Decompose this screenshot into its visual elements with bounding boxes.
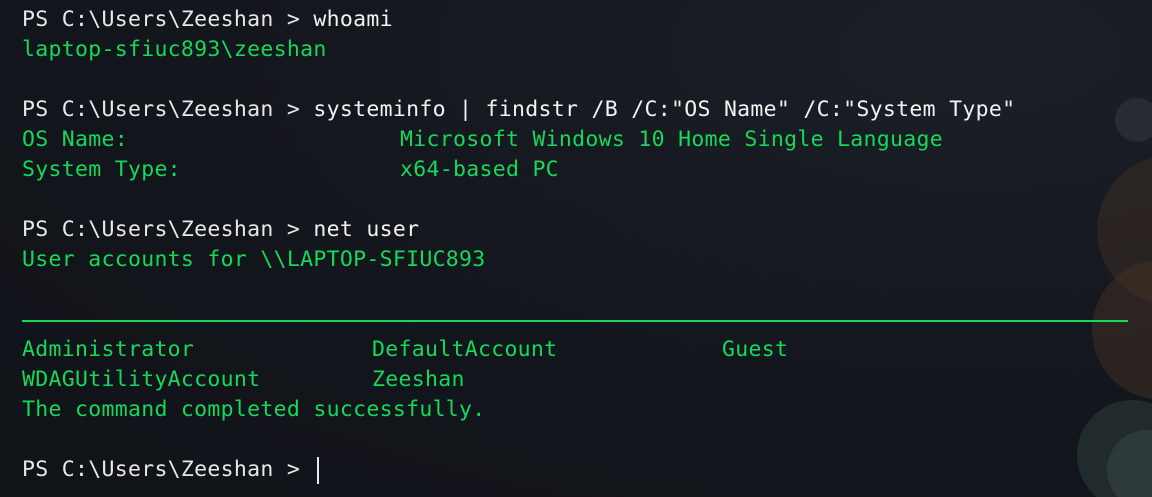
account-name: DefaultAccount: [372, 337, 558, 362]
command-line: PS C:\Users\Zeeshan > net user: [22, 215, 1128, 245]
os-name-label: OS Name:: [22, 127, 128, 152]
command-line: PS C:\Users\Zeeshan > systeminfo | finds…: [22, 95, 1128, 125]
system-type-value: x64-based PC: [400, 157, 559, 182]
terminal-output: PS C:\Users\Zeeshan > whoami laptop-sfiu…: [22, 5, 1128, 485]
command-line: PS C:\Users\Zeeshan > whoami: [22, 5, 1128, 35]
output-line: System Type: x64-based PC: [22, 155, 1128, 185]
text-cursor[interactable]: [317, 456, 320, 484]
accounts-row: WDAGUtilityAccount Zeeshan: [22, 365, 1128, 395]
separator-rule: [22, 320, 1128, 322]
account-name: WDAGUtilityAccount: [22, 367, 261, 392]
command-text: whoami: [313, 7, 393, 32]
output-line: The command completed successfully.: [22, 397, 486, 422]
command-text: systeminfo | findstr /B /C:"OS Name" /C:…: [313, 97, 1016, 122]
output-line: OS Name: Microsoft Windows 10 Home Singl…: [22, 125, 1128, 155]
prompt: PS C:\Users\Zeeshan >: [22, 97, 314, 122]
prompt: PS C:\Users\Zeeshan >: [22, 7, 314, 32]
account-name: Administrator: [22, 337, 195, 362]
active-prompt-line[interactable]: PS C:\Users\Zeeshan >: [22, 455, 1128, 485]
accounts-row: Administrator DefaultAccount Guest: [22, 335, 1128, 365]
prompt: PS C:\Users\Zeeshan >: [22, 457, 314, 482]
prompt: PS C:\Users\Zeeshan >: [22, 217, 314, 242]
output-line: User accounts for \\LAPTOP-SFIUC893: [22, 247, 486, 272]
terminal-window[interactable]: PS C:\Users\Zeeshan > whoami laptop-sfiu…: [0, 0, 1152, 497]
separator-line: [22, 305, 1128, 335]
command-text: net user: [313, 217, 420, 242]
account-name: Guest: [722, 337, 789, 362]
output-line: laptop-sfiuc893\zeeshan: [22, 37, 327, 62]
os-name-value: Microsoft Windows 10 Home Single Languag…: [400, 127, 944, 152]
system-type-label: System Type:: [22, 157, 181, 182]
account-name: Zeeshan: [372, 367, 465, 392]
